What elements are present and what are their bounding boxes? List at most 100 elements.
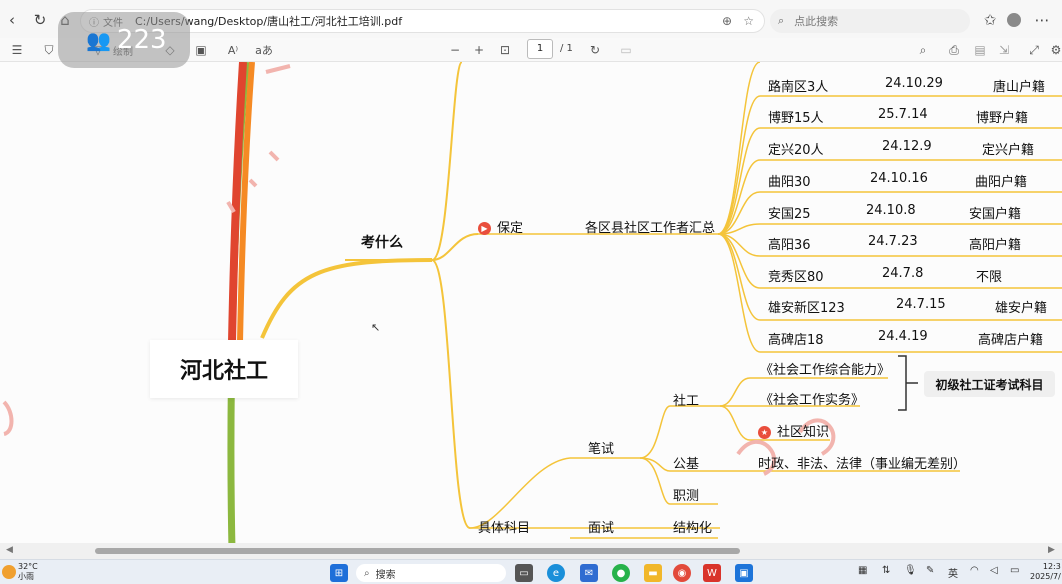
favorite-star-icon[interactable]: ☆: [743, 14, 754, 28]
read-aloud-icon[interactable]: A⁾: [224, 41, 242, 59]
row-date: 25.7.14: [878, 107, 928, 122]
clock-date: 2025/7/: [1030, 572, 1061, 581]
wifi-icon[interactable]: ◠: [970, 565, 979, 576]
row-name: 路南区3人: [768, 80, 829, 95]
node-book1: 《社会工作综合能力》: [760, 363, 891, 378]
scrollbar-thumb[interactable]: [95, 548, 740, 554]
node-interview: 面试: [588, 521, 615, 536]
node-baoding: ▶ 保定: [478, 217, 523, 236]
row-req: 曲阳户籍: [975, 175, 1028, 190]
more-menu-icon[interactable]: ⋯: [1030, 8, 1054, 32]
node-gongji-detail: 时政、非法、法律（事业编无差别）: [758, 457, 967, 472]
weather-widget[interactable]: 32°C 小雨: [18, 562, 38, 582]
web-search-box[interactable]: ⌕ 点此搜索: [770, 9, 970, 33]
task-view-icon[interactable]: ▭: [515, 564, 533, 582]
row-name: 博野15人: [768, 111, 824, 126]
row-name: 雄安新区123: [768, 301, 845, 316]
contents-icon[interactable]: ☰: [8, 41, 26, 59]
node-what-to-test: 考什么: [361, 235, 403, 251]
row-name: 定兴20人: [768, 143, 824, 158]
fullscreen-icon[interactable]: ⤢: [1026, 41, 1042, 59]
volume-icon[interactable]: ◁: [990, 565, 998, 576]
zoom-in-icon[interactable]: +: [472, 41, 486, 59]
wps-icon[interactable]: W: [703, 564, 721, 582]
favorites-icon[interactable]: ✩: [978, 8, 1002, 32]
horizontal-scrollbar[interactable]: ◀ ▶: [0, 543, 1062, 559]
weather-icon[interactable]: [2, 565, 16, 579]
translate-icon[interactable]: aあ: [255, 41, 273, 59]
battery-icon[interactable]: ▭: [1010, 565, 1019, 576]
root-node: 河北社工: [150, 340, 298, 398]
bracket: [898, 355, 918, 411]
page-total: / 1: [560, 43, 573, 54]
profile-avatar-icon[interactable]: [1002, 8, 1026, 32]
save-as-icon[interactable]: ⇲: [996, 41, 1012, 59]
people-icon: 👥: [86, 28, 111, 52]
refresh-icon[interactable]: ↻: [28, 8, 52, 32]
row-name: 高碑店18: [768, 333, 824, 348]
start-icon[interactable]: ⊞: [330, 564, 348, 582]
screen: ‹ ↻ ⌂ ⓘ 文件 C:/Users/wang/Desktop/唐山社工/河北…: [0, 0, 1062, 584]
highlight-icon[interactable]: ⛉: [40, 41, 58, 59]
file-explorer-icon[interactable]: ▬: [644, 564, 662, 582]
wechat-icon[interactable]: ●: [612, 564, 630, 582]
weather-desc: 小雨: [18, 572, 34, 581]
save-icon[interactable]: ▤: [972, 41, 988, 59]
pen-icon[interactable]: ✎: [926, 565, 934, 576]
settings-gear-icon[interactable]: ⚙: [1050, 41, 1062, 59]
fit-page-icon[interactable]: ⊡: [497, 41, 513, 59]
taskbar-search[interactable]: ⌕ 搜索: [356, 564, 506, 582]
node-structured: 结构化: [673, 521, 713, 536]
clock[interactable]: 12:3 2025/7/: [1030, 562, 1061, 582]
zoom-out-icon[interactable]: −: [448, 41, 462, 59]
pdf-page-canvas: 河北社工 考什么 ▶ 保定 各区县社区工作者汇总 路南区3人 24.10.29 唐…: [0, 62, 1062, 550]
text-box-icon[interactable]: ▣: [193, 41, 209, 59]
scroll-left-icon[interactable]: ◀: [6, 545, 13, 555]
two-page-icon[interactable]: ▭: [618, 41, 634, 59]
rotate-icon[interactable]: ↻: [587, 41, 603, 59]
find-icon[interactable]: ⌕: [915, 41, 931, 59]
taskbar-search-label: 搜索: [375, 569, 396, 581]
row-date: 24.10.29: [885, 76, 943, 91]
print-icon[interactable]: ⎙: [946, 41, 962, 59]
row-date: 24.7.8: [882, 266, 924, 281]
viewer-count: 223: [116, 25, 167, 55]
app-store-icon[interactable]: ▣: [735, 564, 753, 582]
weather-temp: 32°C: [18, 562, 38, 571]
mail-icon[interactable]: ✉: [580, 564, 598, 582]
row-name: 高阳36: [768, 238, 811, 253]
scroll-right-icon[interactable]: ▶: [1048, 545, 1055, 555]
row-date: 24.7.23: [868, 234, 918, 249]
node-baoding-label: 保定: [497, 221, 524, 236]
tray-icon[interactable]: ▦: [858, 565, 867, 576]
row-req: 定兴户籍: [982, 143, 1035, 158]
input-language[interactable]: 英: [948, 565, 958, 580]
node-gongji: 公基: [673, 457, 700, 472]
row-req: 不限: [976, 270, 1003, 285]
row-req: 高碑店户籍: [978, 333, 1044, 348]
viewer-count-badge: 👥 223: [58, 12, 190, 68]
back-icon[interactable]: ‹: [0, 8, 24, 32]
node-written: 笔试: [588, 442, 615, 457]
microphone-icon[interactable]: 🎙: [904, 565, 917, 576]
row-req: 唐山户籍: [993, 80, 1046, 95]
row-req: 高阳户籍: [969, 238, 1022, 253]
row-name: 曲阳30: [768, 175, 811, 190]
node-community: ★ 社区知识: [758, 421, 829, 440]
row-date: 24.10.16: [870, 171, 928, 186]
row-date: 24.10.8: [866, 203, 916, 218]
tray-icon[interactable]: ⇅: [882, 565, 890, 576]
page-number-input[interactable]: 1: [527, 39, 553, 59]
mouse-cursor-icon: ↖: [371, 321, 381, 334]
row-req: 安国户籍: [969, 207, 1022, 222]
row-name: 安国25: [768, 207, 811, 222]
node-summary: 各区县社区工作者汇总: [585, 221, 716, 236]
row-date: 24.7.15: [896, 297, 946, 312]
row-name: 竞秀区80: [768, 270, 824, 285]
search-icon: ⌕: [778, 14, 785, 27]
windows-taskbar: 32°C 小雨 ⊞ ⌕ 搜索 ▭ e ✉ ● ▬ ◉ W ▣ ▦ ⇅ 🎙 ✎ 英…: [0, 559, 1062, 584]
chrome-icon[interactable]: ◉: [673, 564, 691, 582]
zoom-icon[interactable]: ⊕: [722, 14, 732, 28]
edge-icon[interactable]: e: [547, 564, 565, 582]
exam-subjects-tag: 初级社工证考试科目: [924, 371, 1055, 397]
